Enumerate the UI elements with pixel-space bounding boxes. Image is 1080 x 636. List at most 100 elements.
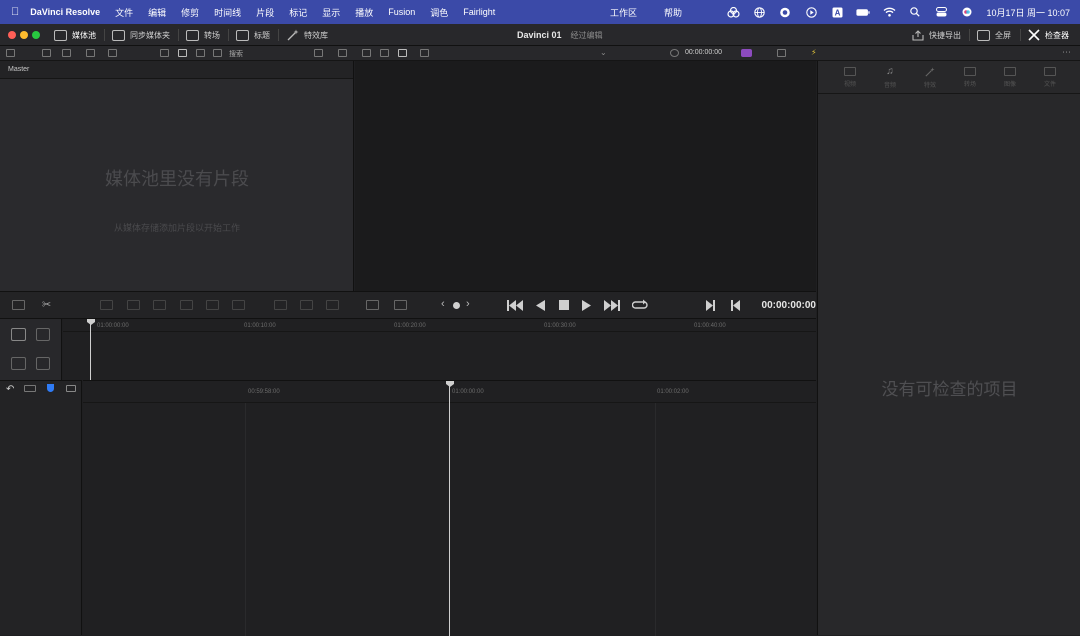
sort-icon[interactable] — [314, 49, 323, 57]
go-to-end-icon[interactable] — [604, 300, 620, 311]
effects-library-button[interactable]: 特效库 — [287, 24, 328, 46]
overwrite-icon[interactable] — [326, 300, 339, 310]
tab-transition[interactable]: 转场 — [950, 61, 990, 93]
play-reverse-icon[interactable] — [536, 300, 545, 311]
menu-fairlight[interactable]: Fairlight — [456, 7, 503, 17]
menu-view[interactable]: 显示 — [315, 6, 348, 19]
titles-button[interactable]: 标题 — [236, 24, 270, 46]
menu-playback[interactable]: 播放 — [348, 6, 381, 19]
window-minimize-button[interactable] — [20, 31, 28, 39]
spotlight-search-icon[interactable] — [908, 7, 922, 18]
ripple-overwrite-icon[interactable] — [153, 300, 166, 310]
menu-app-name[interactable]: DaVinci Resolve — [21, 7, 107, 17]
chevron-down-icon[interactable]: ⌄ — [600, 48, 607, 57]
link-clips-icon[interactable] — [24, 385, 36, 392]
loop-icon[interactable] — [632, 298, 648, 312]
audio-meter-icon[interactable] — [12, 300, 25, 310]
battery-icon[interactable] — [856, 7, 871, 18]
menu-trim[interactable]: 修剪 — [174, 6, 207, 19]
smart-insert-icon[interactable] — [100, 300, 113, 310]
play-icon[interactable] — [582, 300, 591, 311]
menu-timeline[interactable]: 时间线 — [207, 6, 249, 19]
play-circle-icon[interactable] — [804, 6, 818, 18]
mark-in-icon[interactable] — [706, 300, 715, 311]
power-icon[interactable]: ⚡ — [811, 48, 817, 57]
control-center-icon[interactable] — [934, 7, 948, 18]
sync-icon[interactable] — [86, 49, 95, 57]
settings-sliders-icon[interactable] — [394, 300, 407, 310]
lower-timeline[interactable]: 00:59:58:00 01:00:00:00 01:00:02:00 — [83, 380, 816, 636]
undo-icon[interactable] — [338, 49, 347, 57]
bin-breadcrumb[interactable]: Master — [0, 61, 353, 79]
upper-timeline-ruler[interactable]: 01:00:00:00 01:00:10:00 01:00:20:00 01:0… — [63, 319, 816, 332]
menu-color[interactable]: 调色 — [423, 6, 456, 19]
stop-icon[interactable] — [559, 300, 569, 310]
trim-mode-icon[interactable] — [36, 328, 50, 341]
davinci-status-icon[interactable] — [726, 6, 740, 18]
jog-left-icon[interactable]: ‹ — [441, 298, 445, 310]
source-overwrite-icon[interactable] — [232, 300, 245, 310]
jog-right-icon[interactable]: › — [466, 298, 470, 310]
position-lock-icon[interactable] — [47, 384, 54, 392]
metadata-view-icon[interactable] — [196, 49, 205, 57]
menu-fusion[interactable]: Fusion — [381, 7, 423, 17]
place-on-top-icon[interactable] — [206, 300, 219, 310]
jog-dot-icon[interactable] — [453, 302, 460, 309]
more-options-icon[interactable]: ⋯ — [1062, 47, 1071, 58]
menu-clip[interactable]: 片段 — [249, 6, 282, 19]
lower-playhead[interactable] — [449, 386, 450, 636]
transform-icon[interactable] — [777, 49, 786, 57]
menu-edit[interactable]: 编辑 — [141, 6, 174, 19]
upper-timeline[interactable]: 01:00:00:00 01:00:10:00 01:00:20:00 01:0… — [63, 319, 816, 380]
globe-icon[interactable] — [752, 6, 766, 18]
clip-mode-icon[interactable] — [366, 300, 379, 310]
upper-playhead[interactable] — [90, 324, 91, 380]
sync-bin-button[interactable]: 同步媒体夹 — [112, 24, 170, 46]
quick-export-button[interactable]: 快捷导出 — [912, 24, 961, 46]
window-close-button[interactable] — [8, 31, 16, 39]
color-tag-icon[interactable] — [741, 49, 752, 57]
menu-help[interactable]: 帮助 — [664, 6, 695, 19]
thumbnail-view-icon[interactable] — [160, 49, 169, 57]
menubar-clock[interactable]: 10月17日 周一 10:07 — [986, 6, 1070, 19]
list-view-icon[interactable] — [213, 49, 222, 57]
close-up-icon[interactable] — [180, 300, 193, 310]
sidebar-toggle-icon[interactable] — [6, 49, 15, 57]
track-options-icon[interactable] — [36, 357, 50, 370]
menu-workspace[interactable]: 工作区 — [610, 6, 650, 19]
viewer-mode-2-icon[interactable] — [380, 49, 389, 57]
media-pool-button[interactable]: 媒体池 — [54, 24, 96, 46]
viewer-size-icon[interactable] — [420, 49, 429, 57]
clock-icon[interactable] — [670, 49, 679, 57]
tab-file[interactable]: 文件 — [1030, 61, 1070, 93]
link-icon[interactable] — [108, 49, 117, 57]
fullscreen-button[interactable]: 全屏 — [977, 24, 1011, 46]
tab-effects[interactable]: 特效 — [910, 61, 950, 93]
transitions-button[interactable]: 转场 — [186, 24, 220, 46]
video-viewer[interactable] — [355, 61, 816, 291]
detach-audio-icon[interactable] — [11, 357, 26, 370]
cloud-sync-icon[interactable] — [778, 7, 792, 18]
append-icon[interactable] — [127, 300, 140, 310]
input-method-icon[interactable]: A — [830, 7, 844, 18]
wifi-icon[interactable] — [882, 7, 896, 18]
siri-icon[interactable] — [960, 7, 974, 18]
snapping-icon[interactable]: ↶ — [6, 384, 14, 395]
tab-video[interactable]: 视频 — [830, 61, 870, 93]
scissors-icon[interactable]: ✂ — [42, 298, 51, 311]
track-height-icon[interactable] — [66, 385, 76, 392]
import-media-icon[interactable] — [42, 49, 51, 57]
insert-title-icon[interactable] — [11, 328, 26, 341]
menu-mark[interactable]: 标记 — [282, 6, 315, 19]
media-search-field[interactable]: 搜索 — [229, 49, 243, 59]
window-zoom-button[interactable] — [32, 31, 40, 39]
tab-image[interactable]: 图像 — [990, 61, 1030, 93]
new-bin-icon[interactable] — [62, 49, 71, 57]
menu-file[interactable]: 文件 — [108, 6, 141, 19]
replace-icon[interactable] — [300, 300, 313, 310]
go-to-start-icon[interactable] — [507, 300, 523, 311]
viewer-mode-3-icon[interactable] — [398, 49, 407, 57]
mark-out-icon[interactable] — [731, 300, 740, 311]
apple-menu-icon[interactable]:  — [0, 6, 21, 18]
tab-audio[interactable]: ♫ 音频 — [870, 61, 910, 93]
